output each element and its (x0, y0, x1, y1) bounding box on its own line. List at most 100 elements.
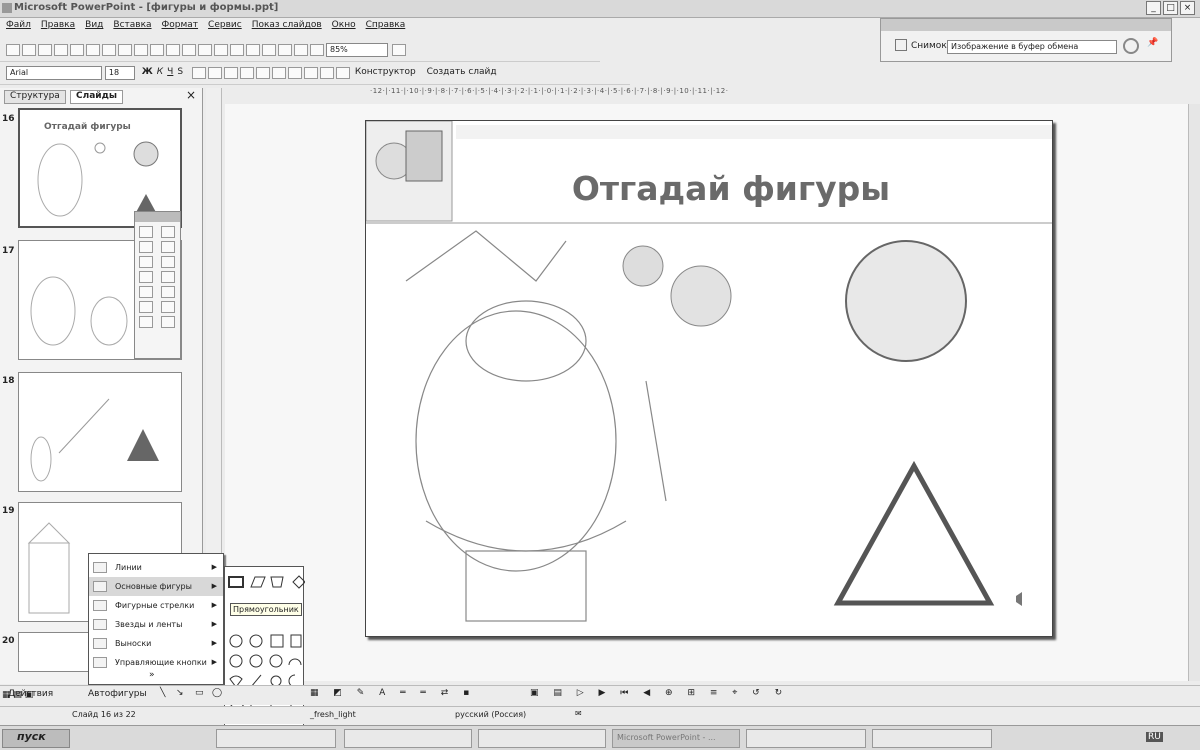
maximize-button[interactable]: □ (1163, 1, 1178, 15)
decrease-font-icon[interactable] (287, 67, 302, 79)
bold-button[interactable]: Ж (142, 67, 153, 77)
snapshot-mode-combo[interactable]: Изображение в буфер обмена (947, 40, 1117, 54)
pin-icon[interactable]: 📌 (1147, 38, 1163, 54)
slide-title[interactable]: Отгадай фигуры (496, 169, 966, 208)
tab-structure[interactable]: Структура (4, 90, 66, 104)
close-button[interactable]: × (1180, 1, 1195, 15)
jester-illustration[interactable] (366, 221, 1052, 636)
underline-button[interactable]: Ч (167, 67, 173, 77)
print-icon[interactable] (70, 44, 84, 56)
tool-icon[interactable] (139, 286, 153, 298)
drawing-format-icons[interactable]: ▦ ◩ ✎ A ═ ═ ⇄ ▪ (310, 688, 475, 698)
menu-item-action-buttons[interactable]: Управляющие кнопки ▶ (89, 653, 223, 672)
taskbar-button[interactable] (746, 729, 866, 748)
menu-file[interactable]: Файл (6, 20, 31, 30)
grid-icon[interactable] (294, 44, 308, 56)
new-slide-button[interactable]: Создать слайд (427, 67, 497, 77)
tool-icon[interactable] (161, 301, 175, 313)
tool-icon[interactable] (161, 316, 175, 328)
taskbar-button[interactable] (872, 729, 992, 748)
tool-icon[interactable] (161, 271, 175, 283)
help-icon[interactable] (392, 44, 406, 56)
undo-icon[interactable] (182, 44, 196, 56)
menu-view[interactable]: Вид (85, 20, 103, 30)
menu-item-block-arrows[interactable]: Фигурные стрелки ▶ (89, 596, 223, 615)
menu-format[interactable]: Формат (162, 20, 199, 30)
spelling-icon[interactable] (102, 44, 116, 56)
menu-edit[interactable]: Правка (41, 20, 75, 30)
table-icon[interactable] (230, 44, 244, 56)
align-center-icon[interactable] (207, 67, 222, 79)
align-right-icon[interactable] (223, 67, 238, 79)
minimize-button[interactable]: _ (1146, 1, 1161, 15)
oval-tool-icon[interactable]: ◯ (212, 688, 222, 698)
menu-item-stars-banners[interactable]: Звезды и ленты ▶ (89, 615, 223, 634)
menu-insert[interactable]: Вставка (113, 20, 151, 30)
italic-button[interactable]: К (157, 67, 163, 77)
numbering-icon[interactable] (239, 67, 254, 79)
increase-font-icon[interactable] (271, 67, 286, 79)
zoom-combo[interactable]: 85% (326, 43, 388, 57)
format-painter-icon[interactable] (166, 44, 180, 56)
tool-icon[interactable] (139, 226, 153, 238)
slide-thumbnail-18[interactable] (18, 372, 182, 492)
align-left-icon[interactable] (191, 67, 206, 79)
redo-icon[interactable] (198, 44, 212, 56)
taskbar-button[interactable] (344, 729, 472, 748)
tool-icon[interactable] (139, 301, 153, 313)
expand-icon[interactable] (278, 44, 292, 56)
arrow-tool-icon[interactable]: ↘ (176, 688, 184, 698)
line-tool-icon[interactable]: ╲ (160, 688, 165, 698)
preview-icon[interactable] (86, 44, 100, 56)
settings-gear-icon[interactable] (1123, 38, 1139, 54)
tab-slides[interactable]: Слайды (70, 90, 123, 104)
new-icon[interactable] (6, 44, 20, 56)
hyperlink-icon[interactable] (262, 44, 276, 56)
increase-indent-icon[interactable] (319, 67, 334, 79)
font-combo[interactable]: Arial (6, 66, 102, 80)
tool-icon[interactable] (139, 316, 153, 328)
tool-icon[interactable] (161, 226, 175, 238)
slide-canvas[interactable]: Отгадай фигуры (365, 120, 1053, 637)
size-combo[interactable]: 18 (104, 66, 135, 80)
menu-item-callouts[interactable]: Выноски ▶ (89, 634, 223, 653)
chart-icon[interactable] (214, 44, 228, 56)
tool-icon[interactable] (161, 241, 175, 253)
shadow-button[interactable]: S (177, 67, 183, 77)
menu-help[interactable]: Справка (366, 20, 406, 30)
tables-borders-icon[interactable] (246, 44, 260, 56)
close-panel-icon[interactable]: × (186, 88, 196, 102)
autoshapes-button[interactable]: Автофигуры (88, 689, 147, 699)
copy-icon[interactable] (134, 44, 148, 56)
decrease-indent-icon[interactable] (303, 67, 318, 79)
taskbar-button[interactable] (478, 729, 606, 748)
bullets-icon[interactable] (255, 67, 270, 79)
menu-tools[interactable]: Сервис (208, 20, 242, 30)
menu-item-lines[interactable]: Линии ▶ (89, 558, 223, 577)
save-icon[interactable] (38, 44, 52, 56)
cut-icon[interactable] (118, 44, 132, 56)
font-color-icon[interactable] (335, 67, 350, 79)
open-icon[interactable] (22, 44, 36, 56)
designer-button[interactable]: Конструктор (355, 67, 416, 77)
paste-icon[interactable] (150, 44, 164, 56)
tool-icon[interactable] (139, 271, 153, 283)
extra-drawing-icons[interactable]: ▣ ▤ ▷ ▶ ⏮ ◀ ⊕ ⊞ ≡ ⌖ ↺ ↻ (530, 688, 788, 698)
taskbar-button-powerpoint[interactable]: Microsoft PowerPoint - ... (612, 729, 740, 748)
start-button[interactable]: пуск (2, 729, 70, 748)
language-indicator[interactable]: RU (1146, 732, 1163, 742)
vertical-scrollbar[interactable] (1188, 104, 1200, 681)
slide-thumbnail-16[interactable]: Отгадай фигуры (18, 108, 182, 228)
actions-menu[interactable]: Действия (8, 689, 53, 699)
color-icon[interactable] (310, 44, 324, 56)
permission-icon[interactable] (54, 44, 68, 56)
taskbar-button[interactable] (216, 729, 336, 748)
tool-icon[interactable] (161, 286, 175, 298)
menu-slideshow[interactable]: Показ слайдов (252, 20, 322, 30)
tool-icon[interactable] (139, 241, 153, 253)
expand-menu-icon[interactable]: » (149, 670, 155, 680)
tool-icon[interactable] (139, 256, 153, 268)
menu-item-basic-shapes[interactable]: Основные фигуры ▶ (89, 577, 223, 596)
menu-window[interactable]: Окно (332, 20, 356, 30)
tool-icon[interactable] (161, 256, 175, 268)
